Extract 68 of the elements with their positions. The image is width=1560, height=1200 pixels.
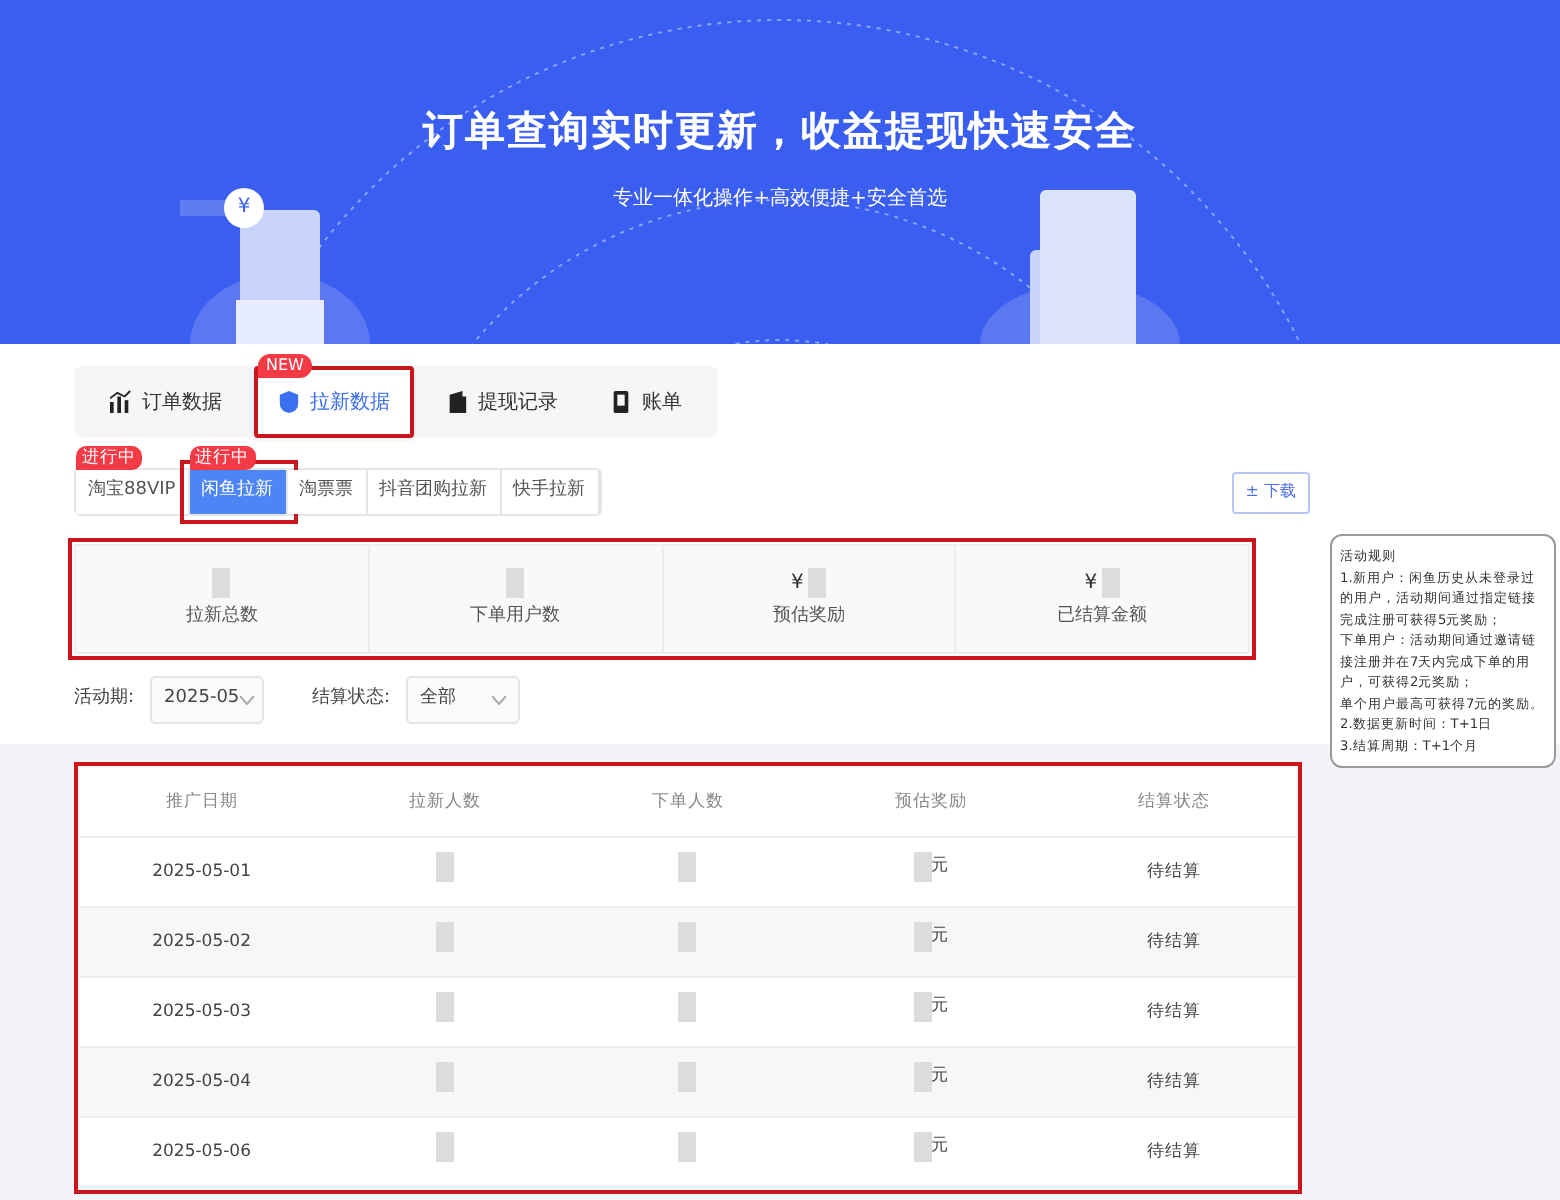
redacted-value	[913, 852, 932, 883]
redacted-value	[913, 992, 932, 1023]
status-badge: 进行中	[189, 446, 256, 470]
redacted-value	[913, 1062, 932, 1093]
select-field[interactable]: 全部	[406, 676, 521, 724]
filter-label: 结算状态:	[312, 686, 391, 713]
tab[interactable]: 订单数据	[90, 366, 242, 438]
column-header: 结算状态	[1136, 789, 1213, 815]
table-cell-text: 待结算	[1145, 1069, 1204, 1095]
table-cell-text: 待结算	[1145, 929, 1204, 955]
coin-icon: ¥	[224, 188, 264, 228]
table-cell: 元	[931, 1064, 950, 1090]
chevron-icon	[492, 695, 507, 705]
table-cell-text: 2025-05-04	[150, 1069, 253, 1095]
column-header: 推广日期	[163, 789, 240, 815]
phone-icon	[610, 390, 632, 414]
table-cell-text: 待结算	[1145, 859, 1204, 885]
column-header: 预估奖励	[893, 789, 970, 815]
stat-label: 拉新总数	[185, 603, 258, 630]
redacted-value	[913, 1132, 932, 1163]
select-field[interactable]: 2025-05	[150, 676, 265, 724]
table-cell-text: 2025-05-02	[150, 929, 253, 955]
stat-label: 已结算金额	[1057, 603, 1148, 630]
status-badge: 进行中	[76, 446, 142, 470]
redacted-value	[678, 852, 697, 883]
redacted-value	[678, 992, 697, 1023]
redacted-value	[506, 567, 525, 598]
redacted-value	[435, 922, 454, 953]
tab[interactable]: 账单	[590, 366, 702, 438]
chart-icon	[110, 390, 132, 414]
redacted-value	[913, 922, 932, 953]
sub-tab[interactable]: 淘宝88VIP	[76, 470, 190, 514]
table-cell-text: 2025-05-03	[150, 999, 253, 1025]
table-cell-text: 待结算	[1145, 1139, 1204, 1165]
redacted-value	[435, 992, 454, 1023]
column-header: 下单人数	[649, 789, 726, 815]
table-cell-text: 待结算	[1145, 999, 1204, 1025]
table-cell-text: 2025-05-06	[150, 1139, 253, 1165]
table-cell: 元	[931, 854, 950, 880]
chevron-icon	[239, 695, 254, 705]
redacted-value	[1102, 567, 1121, 598]
redacted-value	[435, 852, 454, 883]
shield-icon	[278, 390, 300, 414]
redacted-value	[212, 567, 231, 598]
redacted-value	[678, 1062, 697, 1093]
redacted-value	[678, 1132, 697, 1163]
table-cell-text: 2025-05-01	[150, 859, 253, 885]
table-cell: 元	[931, 924, 950, 950]
banner-title: 订单查询实时更新，收益提现快速安全	[420, 104, 1139, 158]
download-button[interactable]: ± 下载	[1231, 471, 1310, 513]
redacted-value	[678, 922, 697, 953]
new-badge: NEW	[258, 354, 312, 378]
redacted-value	[808, 567, 827, 598]
wallet-icon	[446, 390, 468, 414]
table-cell: 元	[931, 994, 950, 1020]
redacted-value	[435, 1062, 454, 1093]
currency-symbol: ¥	[790, 569, 804, 598]
stat-label: 下单用户数	[470, 603, 561, 630]
table-cell: 元	[931, 1134, 950, 1160]
banner-subtitle: 专业一体化操作+高效便捷+安全首选	[611, 185, 949, 214]
stat-label: 预估奖励	[772, 603, 845, 630]
select-value: 全部	[420, 686, 457, 713]
column-header: 拉新人数	[406, 789, 483, 815]
redacted-value	[435, 1132, 454, 1163]
filter-label: 活动期:	[74, 686, 135, 713]
tab[interactable]: 提现记录	[426, 366, 578, 438]
select-value: 2025-05	[164, 686, 240, 713]
currency-symbol: ¥	[1084, 569, 1098, 598]
